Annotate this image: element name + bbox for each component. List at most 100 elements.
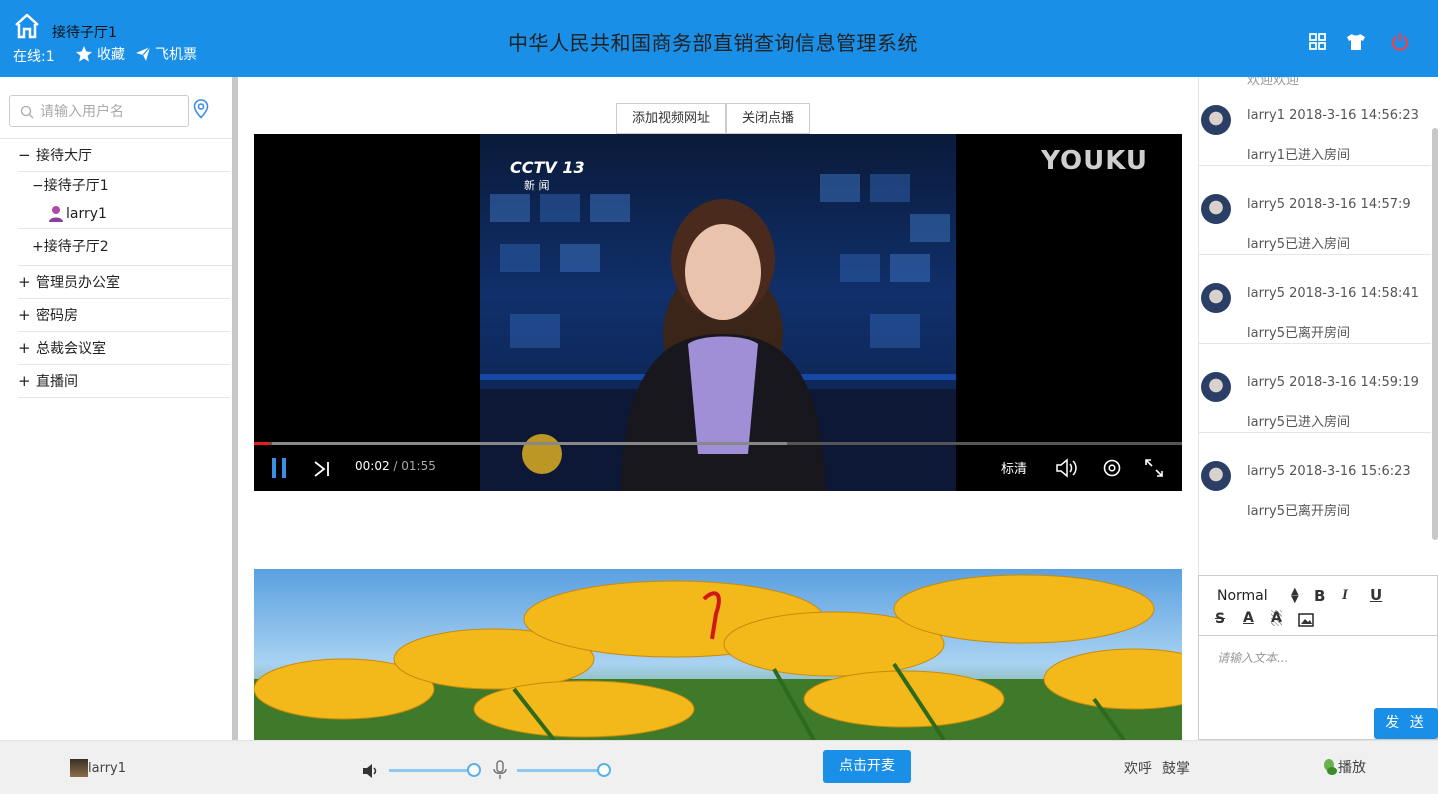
collapse-sign[interactable]: − <box>18 139 36 172</box>
expand-sign[interactable]: + <box>18 299 36 332</box>
close-vod-button[interactable]: 关闭点播 <box>726 103 811 134</box>
tree-subgroup-1: −接待子厅1 larry1 <box>18 172 232 229</box>
power-icon[interactable] <box>1390 32 1410 52</box>
play-label: 播放 <box>1338 760 1366 776</box>
chat-meta: larry1 2018-3-16 14:56:23 <box>1247 108 1419 123</box>
channel-logo-text: CCTV 13 <box>510 158 585 177</box>
user-avatar-icon <box>49 206 63 222</box>
text-color-button[interactable]: A <box>1243 610 1254 626</box>
chat-scrollbar[interactable] <box>1432 128 1438 540</box>
chat-message: larry5 2018-3-16 14:59:19 larry5已进入房间 <box>1199 344 1431 433</box>
tulips-image <box>254 574 1182 740</box>
quality-selector[interactable]: 标清 <box>1001 458 1027 477</box>
main-content: 添加视频网址 关闭点播 CCTV 13 新 闻 YOUKU 00:02 / 01… <box>238 77 1198 740</box>
tree-node-admin-office[interactable]: + 管理员办公室 <box>18 266 230 299</box>
volume-knob[interactable] <box>467 763 481 777</box>
favorites-label: 收藏 <box>97 47 125 63</box>
expand-sign[interactable]: + <box>32 239 44 255</box>
chat-avatar <box>1201 283 1231 313</box>
editor-placeholder[interactable]: 请输入文本... <box>1217 649 1288 666</box>
online-count: 在线:1 <box>13 49 55 65</box>
tree-node-subhall2[interactable]: +接待子厅2 <box>18 229 232 265</box>
top-header: 接待子厅1 在线:1 收藏 飞机票 中华人民共和国商务部直销查询信息管理系统 <box>0 0 1438 77</box>
tree-node-hall[interactable]: − 接待大厅 <box>18 139 230 172</box>
expand-sign[interactable]: + <box>18 332 36 365</box>
chat-meta: larry5 2018-3-16 15:6:23 <box>1247 464 1411 479</box>
grid-icon[interactable] <box>1308 32 1328 52</box>
start-mic-button[interactable]: 点击开麦 <box>823 750 911 783</box>
cheer-button[interactable]: 欢呼 <box>1124 758 1152 778</box>
ticket-label: 飞机票 <box>155 47 197 63</box>
underline-button[interactable]: U <box>1370 586 1382 604</box>
speaker-icon[interactable] <box>361 762 381 780</box>
expand-sign[interactable]: + <box>18 266 36 299</box>
current-room-name: 接待子厅1 <box>52 25 117 41</box>
play-button[interactable]: 播放 <box>1322 757 1366 777</box>
volume-icon[interactable] <box>1055 457 1079 479</box>
tree-node-ceo-meeting[interactable]: + 总裁会议室 <box>18 332 230 365</box>
user-search <box>9 95 189 127</box>
add-video-url-button[interactable]: 添加视频网址 <box>616 103 727 134</box>
tree-node-label: 接待子厅1 <box>43 178 109 194</box>
current-user: larry1 <box>70 759 126 777</box>
tree-subgroup-2: +接待子厅2 <box>18 229 232 266</box>
duration: / 01:55 <box>393 459 436 473</box>
star-icon <box>76 46 92 62</box>
chat-text: larry5已进入房间 <box>1247 415 1351 430</box>
video-frame: CCTV 13 新 闻 <box>480 134 956 491</box>
tree-node-label: 密码房 <box>36 308 78 324</box>
tree-node-subhall1[interactable]: −接待子厅1 <box>18 172 232 200</box>
search-input[interactable] <box>40 102 180 122</box>
volume-slider[interactable] <box>389 769 471 772</box>
strike-button[interactable]: S <box>1215 611 1225 627</box>
chat-message: larry1 2018-3-16 14:56:23 larry1已进入房间 <box>1199 77 1431 166</box>
send-button[interactable]: 发 送 <box>1374 708 1438 739</box>
expand-sign[interactable]: + <box>18 365 36 398</box>
play-leaf-icon <box>1324 759 1337 775</box>
tree-node-label: 接待子厅2 <box>43 239 109 255</box>
chat-text: larry1已进入房间 <box>1247 148 1351 163</box>
chat-meta: larry5 2018-3-16 14:57:9 <box>1247 197 1411 212</box>
tree-node-label: 总裁会议室 <box>36 341 106 357</box>
select-arrows-icon: ▲ ▼ <box>1291 586 1299 605</box>
pause-icon[interactable] <box>270 457 288 479</box>
font-size-select[interactable]: Normal <box>1217 588 1268 604</box>
chat-panel: 欢迎欢迎 larry1 2018-3-16 14:56:23 larry1已进入… <box>1198 77 1438 575</box>
next-icon[interactable] <box>313 460 331 478</box>
paper-plane-icon <box>136 46 151 61</box>
tree-node-live-room[interactable]: + 直播间 <box>18 365 230 398</box>
mic-knob[interactable] <box>597 763 611 777</box>
room-sidebar: −接待大厅 −接待子厅1 larry1 +接待子厅2 +管理员办公室 +密码房 <box>0 77 232 740</box>
image-icon[interactable] <box>1298 613 1314 627</box>
clap-button[interactable]: 鼓掌 <box>1162 758 1190 778</box>
mic-slider[interactable] <box>517 769 601 772</box>
background-color-button[interactable]: A <box>1271 610 1282 626</box>
chat-message: larry5 2018-3-16 15:6:23 larry5已离开房间 <box>1199 433 1431 522</box>
room-tree: − 接待大厅 −接待子厅1 larry1 +接待子厅2 + 管理员办公室 + 密码房 <box>0 138 232 398</box>
ticket-link[interactable]: 飞机票 <box>135 44 197 64</box>
italic-button[interactable]: I <box>1342 587 1348 604</box>
time-display: 00:02 / 01:55 <box>355 459 436 473</box>
bold-button[interactable]: B <box>1314 587 1325 605</box>
settings-icon[interactable] <box>1102 458 1122 478</box>
banner-image <box>254 569 1182 740</box>
video-button-row: 添加视频网址 关闭点播 <box>616 103 811 134</box>
video-player[interactable]: CCTV 13 新 闻 YOUKU 00:02 / 01:55 标清 <box>254 134 1182 491</box>
tree-user-item[interactable]: larry1 <box>18 200 232 228</box>
chat-avatar <box>1201 461 1231 491</box>
location-icon[interactable] <box>193 99 209 119</box>
fullscreen-icon[interactable] <box>1144 458 1164 478</box>
search-icon <box>20 105 34 119</box>
chat-meta: larry5 2018-3-16 14:59:19 <box>1247 375 1419 390</box>
current-user-name: larry1 <box>88 760 127 776</box>
shirt-icon[interactable] <box>1346 32 1366 52</box>
favorites-link[interactable]: 收藏 <box>75 44 125 64</box>
system-title: 中华人民共和国商务部直销查询信息管理系统 <box>508 31 918 55</box>
collapse-sign[interactable]: − <box>32 178 44 194</box>
tree-node-password-room[interactable]: + 密码房 <box>18 299 230 332</box>
home-icon[interactable] <box>13 12 41 40</box>
chat-text: larry5已离开房间 <box>1247 504 1351 519</box>
microphone-icon[interactable] <box>491 760 509 780</box>
tree-user-name: larry1 <box>66 206 107 222</box>
chat-avatar <box>1201 194 1231 224</box>
